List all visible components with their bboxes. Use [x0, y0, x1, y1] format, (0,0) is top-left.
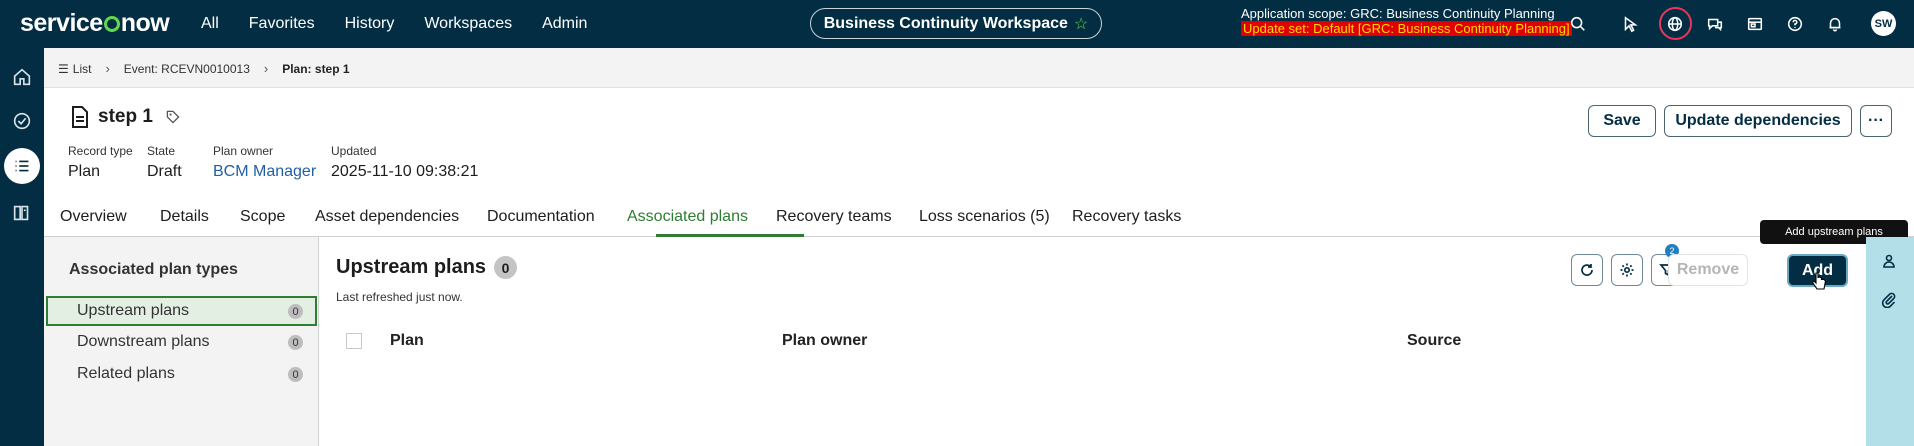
plan-types-panel: Associated plan types Upstream plans 0 D… — [44, 237, 319, 446]
plan-type-label: Downstream plans — [77, 333, 210, 350]
column-header-plan-owner[interactable]: Plan owner — [782, 332, 867, 350]
update-dependencies-button[interactable]: Update dependencies — [1664, 105, 1852, 137]
nav-workspaces[interactable]: Workspaces — [424, 15, 512, 33]
pointer-icon[interactable] — [1620, 14, 1640, 34]
plan-type-upstream[interactable]: Upstream plans 0 — [46, 296, 317, 326]
gear-icon — [1620, 263, 1634, 277]
hand-cursor-icon — [1811, 272, 1827, 290]
plan-type-count: 0 — [288, 304, 303, 319]
list-count-badge: 0 — [494, 256, 518, 279]
last-refreshed-text: Last refreshed just now. — [336, 290, 463, 304]
chat-icon[interactable] — [1705, 14, 1725, 34]
list-icon[interactable] — [4, 148, 40, 184]
tab-overview[interactable]: Overview — [60, 208, 127, 226]
field-value-state: Draft — [147, 163, 182, 180]
inbox-icon[interactable] — [1745, 14, 1765, 34]
nav-links: All Favorites History Workspaces Admin — [201, 0, 617, 48]
settings-button[interactable] — [1611, 254, 1643, 286]
list-title-text: Upstream plans — [336, 256, 487, 278]
record-tabs: Overview Details Scope Asset dependencie… — [44, 204, 1914, 237]
tab-asset-dependencies[interactable]: Asset dependencies — [315, 208, 459, 226]
left-rail — [0, 48, 44, 446]
nav-all[interactable]: All — [201, 15, 219, 33]
breadcrumb-separator-icon: › — [263, 61, 269, 76]
breadcrumb-event[interactable]: Event: RCEVN0010013 — [124, 62, 250, 76]
paperclip-icon[interactable] — [1881, 292, 1899, 310]
tab-documentation[interactable]: Documentation — [487, 208, 595, 226]
refresh-icon — [1581, 264, 1593, 276]
person-icon[interactable] — [1881, 253, 1899, 271]
check-circle-icon[interactable] — [7, 106, 37, 136]
field-label-state: State — [147, 144, 176, 158]
plan-type-related[interactable]: Related plans 0 — [46, 359, 317, 389]
plan-types-heading: Associated plan types — [69, 261, 238, 278]
record-title-text: step 1 — [98, 106, 153, 127]
breadcrumb-current: Plan: step 1 — [282, 61, 350, 76]
globe-icon[interactable] — [1665, 14, 1685, 34]
app-scope-info[interactable]: Application scope: GRC: Business Continu… — [1241, 6, 1572, 36]
plan-type-label: Related plans — [77, 365, 175, 382]
breadcrumb-list[interactable]: List — [73, 62, 92, 76]
nav-admin[interactable]: Admin — [542, 15, 587, 33]
right-rail — [1866, 237, 1914, 446]
update-set-line: Update set: Default [GRC: Business Conti… — [1241, 21, 1572, 36]
field-value-updated: 2025-11-10 09:38:21 — [331, 163, 479, 180]
home-icon[interactable] — [7, 62, 37, 92]
tab-loss-scenarios[interactable]: Loss scenarios (5) — [919, 208, 1050, 226]
field-label-record-type: Record type — [68, 144, 133, 158]
scope-line: Application scope: GRC: Business Continu… — [1241, 6, 1555, 21]
nav-history[interactable]: History — [345, 15, 395, 33]
avatar[interactable]: SW — [1871, 11, 1896, 36]
column-header-plan[interactable]: Plan — [390, 332, 424, 350]
list-title: Upstream plans 0 — [336, 256, 518, 279]
plan-type-count: 0 — [288, 335, 303, 350]
search-icon[interactable] — [1568, 14, 1588, 34]
refresh-button[interactable] — [1571, 254, 1603, 286]
workspace-name: Business Continuity Workspace — [823, 14, 1068, 32]
tag-icon[interactable] — [165, 109, 181, 125]
tab-details[interactable]: Details — [160, 208, 209, 226]
field-label-plan-owner: Plan owner — [213, 144, 274, 158]
breadcrumb: ☰ List › Event: RCEVN0010013 › Plan: ste… — [44, 48, 1914, 88]
nav-favorites[interactable]: Favorites — [249, 15, 315, 33]
tab-scope[interactable]: Scope — [240, 208, 285, 226]
column-header-source[interactable]: Source — [1407, 332, 1461, 350]
tab-recovery-tasks[interactable]: Recovery tasks — [1072, 208, 1181, 226]
upstream-plans-list: Upstream plans 0 Last refreshed just now… — [320, 237, 1866, 446]
record-title: step 1 — [70, 106, 181, 128]
bell-icon[interactable] — [1825, 14, 1845, 34]
star-icon[interactable]: ☆ — [1074, 14, 1088, 34]
select-all-checkbox[interactable] — [346, 333, 362, 349]
breadcrumb-separator-icon: › — [105, 61, 110, 76]
tab-recovery-teams[interactable]: Recovery teams — [776, 208, 892, 226]
servicenow-logo[interactable]: service now — [20, 9, 170, 38]
plan-type-label: Upstream plans — [77, 302, 190, 319]
top-nav: service now All Favorites History Workspa… — [0, 0, 1914, 48]
field-value-plan-owner[interactable]: BCM Manager — [213, 163, 316, 181]
more-actions-button[interactable]: ··· — [1860, 105, 1892, 137]
field-label-updated: Updated — [331, 144, 377, 158]
list-menu-icon[interactable]: ☰ — [58, 62, 69, 76]
book-icon[interactable] — [7, 198, 37, 228]
tab-associated-plans[interactable]: Associated plans — [627, 208, 748, 226]
help-icon[interactable] — [1785, 14, 1805, 34]
save-button[interactable]: Save — [1588, 105, 1656, 137]
workspace-pill[interactable]: Business Continuity Workspace ☆ — [810, 8, 1102, 39]
plan-type-downstream[interactable]: Downstream plans 0 — [46, 327, 317, 357]
field-value-record-type: Plan — [68, 163, 101, 180]
document-icon — [72, 106, 88, 128]
plan-type-count: 0 — [288, 367, 303, 382]
remove-button[interactable]: Remove — [1668, 254, 1748, 286]
